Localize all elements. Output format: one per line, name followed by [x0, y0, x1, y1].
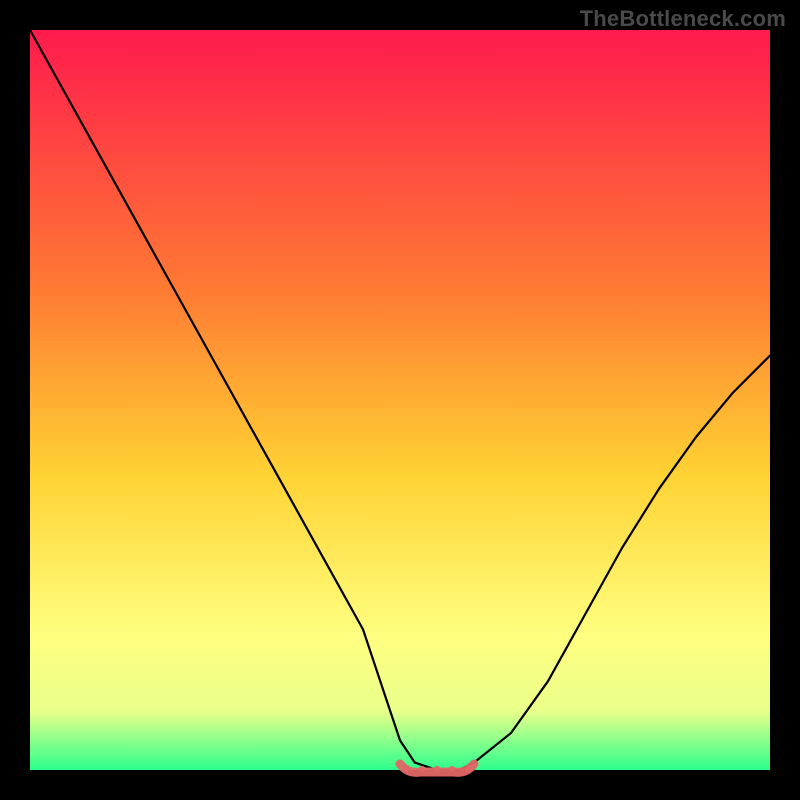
plot-background [30, 30, 770, 770]
watermark-text: TheBottleneck.com [580, 6, 786, 32]
chart-frame: TheBottleneck.com [0, 0, 800, 800]
bottleneck-chart [0, 0, 800, 800]
